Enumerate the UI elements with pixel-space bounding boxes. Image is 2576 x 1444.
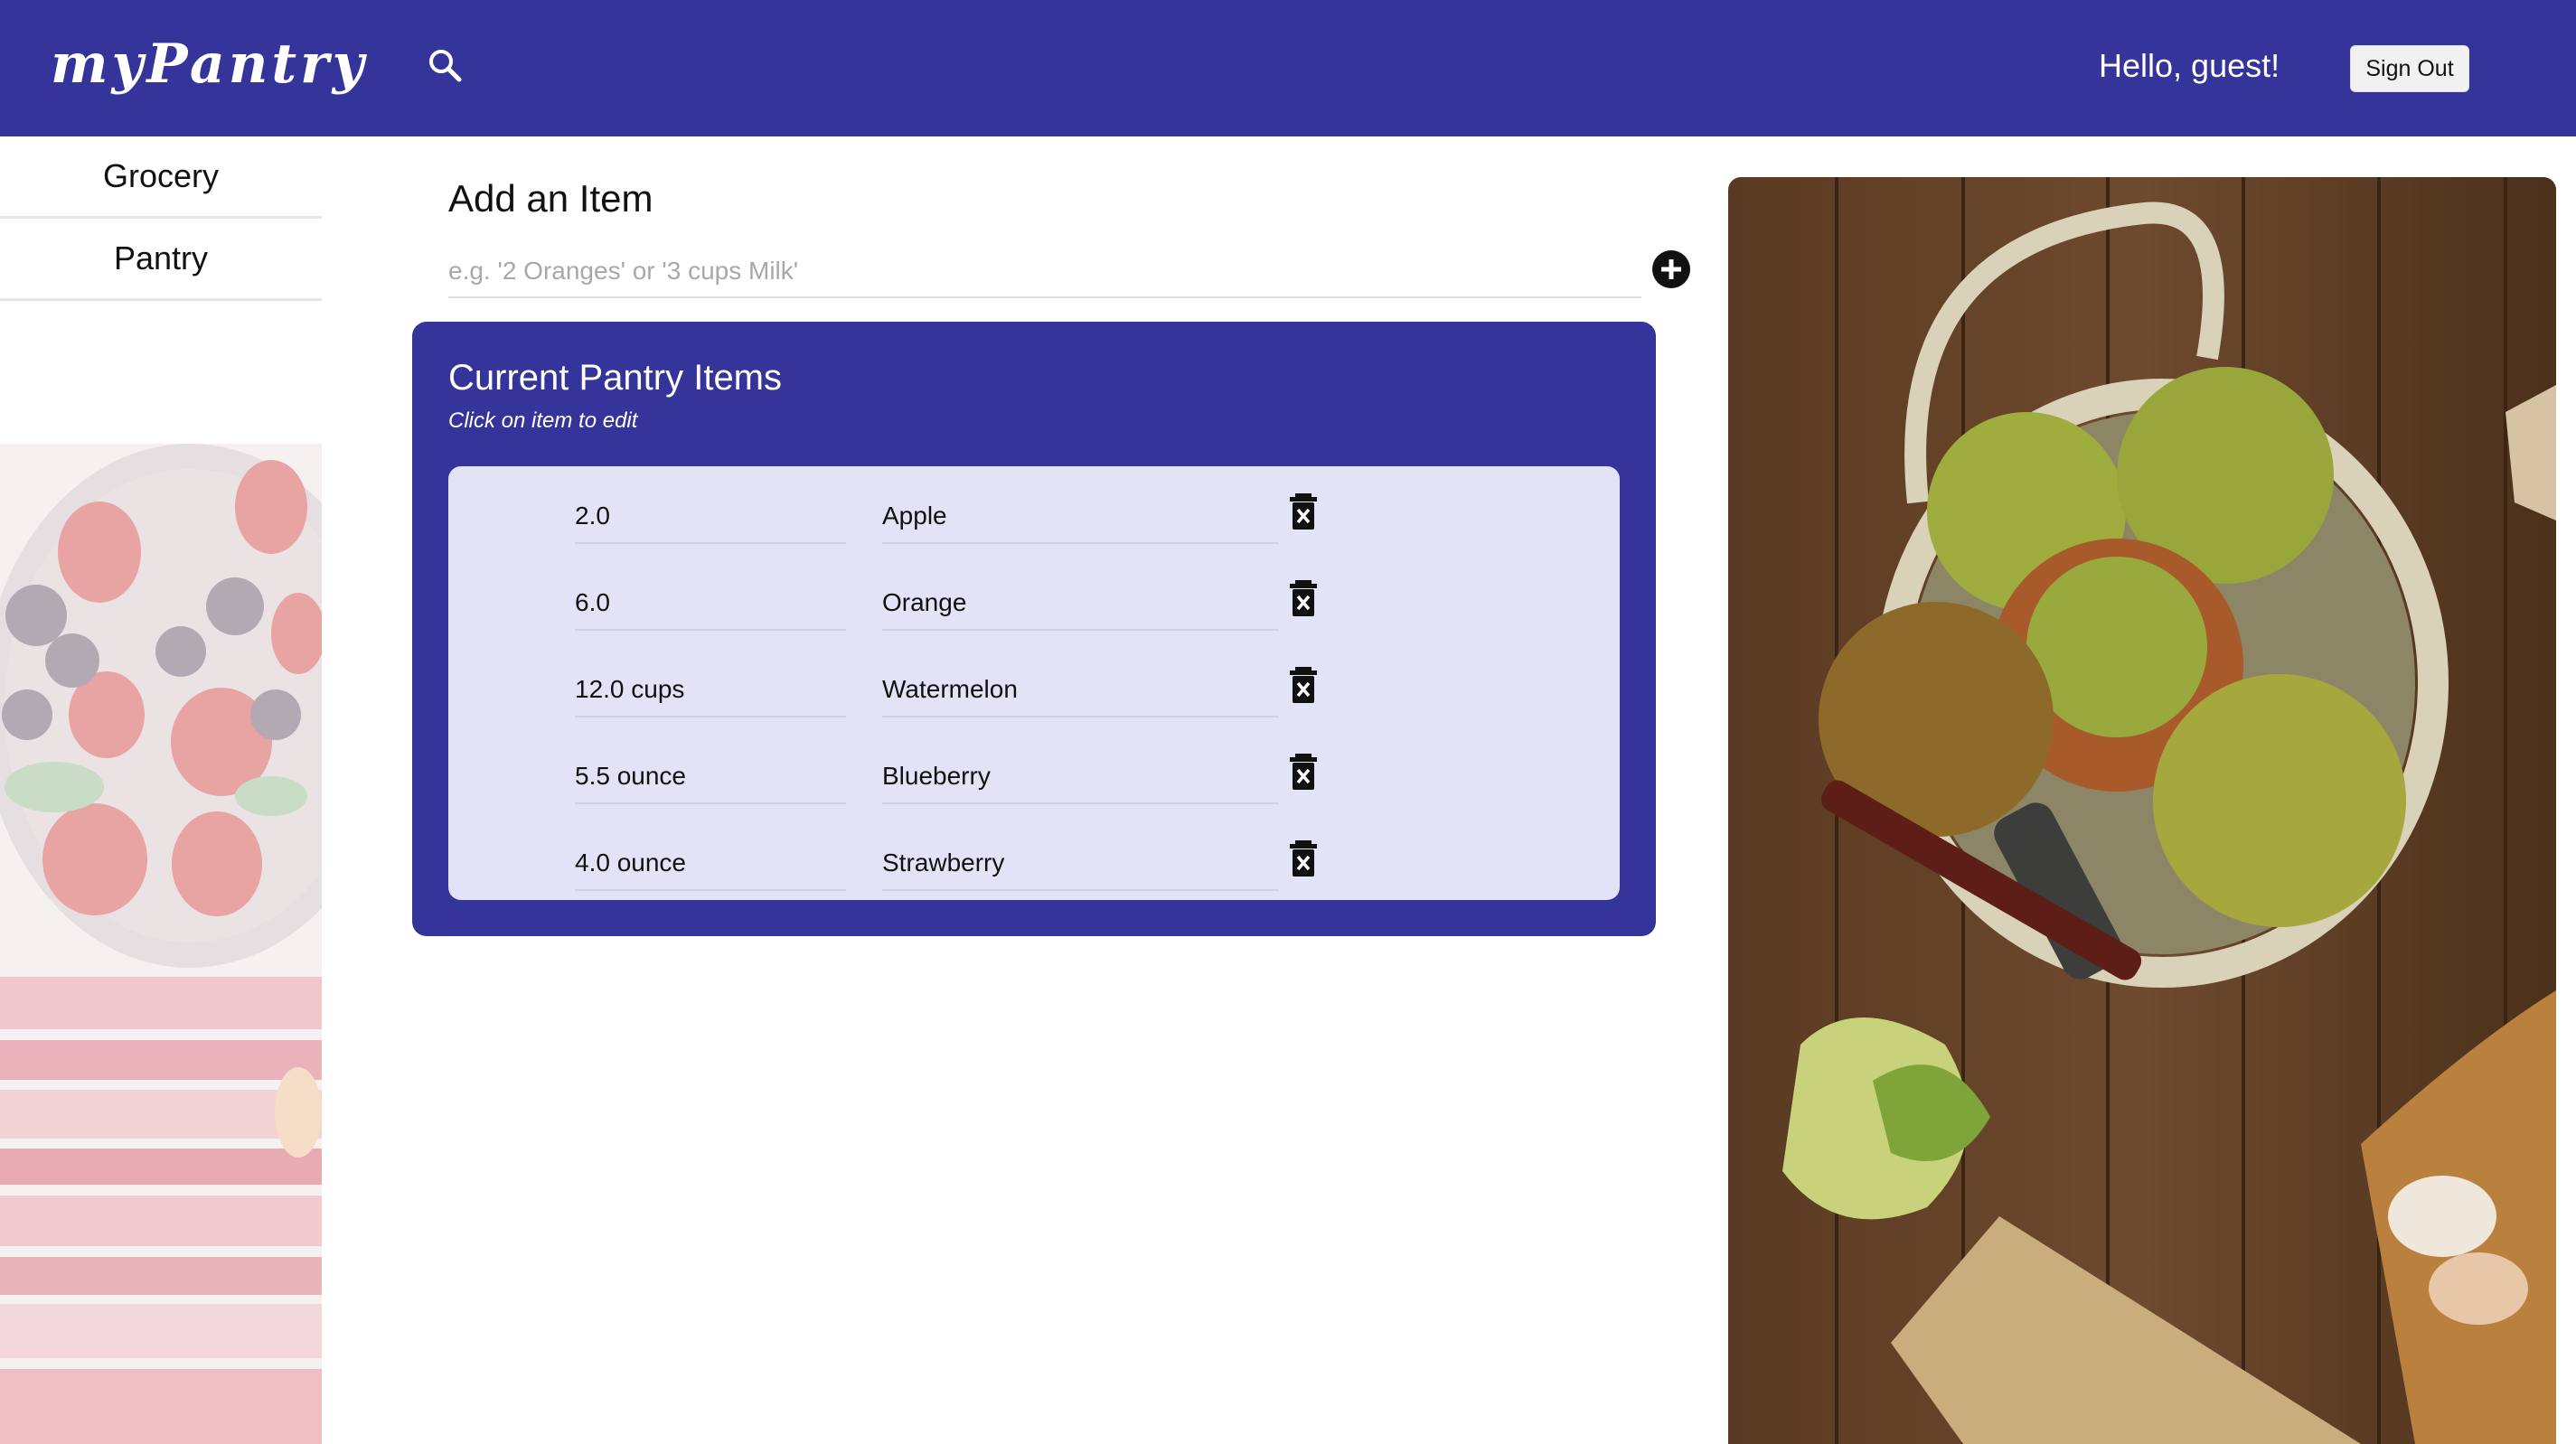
search-button[interactable] [425, 45, 466, 87]
pantry-row: 4.0 ounce Strawberry [448, 826, 1620, 913]
pantry-card-title: Current Pantry Items [448, 358, 783, 398]
delete-item-button[interactable] [1285, 492, 1321, 531]
delete-icon [1290, 754, 1317, 790]
delete-icon [1290, 840, 1317, 877]
item-name-field[interactable]: Blueberry [882, 750, 1278, 804]
add-item-input[interactable] [448, 246, 1641, 298]
delete-icon [1290, 667, 1317, 703]
item-name-field[interactable]: Watermelon [882, 663, 1278, 717]
quantity-field[interactable]: 12.0 cups [575, 663, 846, 717]
sidebar: Grocery Pantry [0, 136, 322, 1444]
kitchen-photo [1728, 177, 2556, 1444]
pantry-items-card: Current Pantry Items Click on item to ed… [412, 322, 1656, 936]
delete-item-button[interactable] [1285, 839, 1321, 878]
quantity-field[interactable]: 4.0 ounce [575, 837, 846, 891]
add-item-button[interactable] [1651, 249, 1691, 289]
delete-item-button[interactable] [1285, 665, 1321, 705]
greeting-text: Hello, guest! [2099, 47, 2280, 84]
item-name-field[interactable]: Orange [882, 577, 1278, 631]
top-nav-bar: myPantry Hello, guest! Sign Out [0, 0, 2576, 136]
pantry-row: 5.5 ounce Blueberry [448, 739, 1620, 826]
quantity-field[interactable]: 6.0 [575, 577, 846, 631]
sidebar-item-grocery[interactable]: Grocery [0, 136, 322, 219]
sidebar-background-image [0, 444, 322, 1444]
quantity-field[interactable]: 5.5 ounce [575, 750, 846, 804]
delete-icon [1290, 580, 1317, 616]
sign-out-button[interactable]: Sign Out [2350, 45, 2469, 92]
item-name-field[interactable]: Strawberry [882, 837, 1278, 891]
pantry-row: 6.0 Orange [448, 566, 1620, 652]
delete-icon [1290, 493, 1317, 530]
delete-item-button[interactable] [1285, 752, 1321, 792]
quantity-field[interactable]: 2.0 [575, 490, 846, 544]
search-icon [429, 50, 462, 82]
sidebar-item-label: Grocery [102, 157, 220, 194]
sidebar-item-label: Pantry [113, 239, 209, 277]
pantry-row: 12.0 cups Watermelon [448, 652, 1620, 739]
delete-item-button[interactable] [1285, 578, 1321, 618]
pantry-item-list: 2.0 Apple 6.0 Orange 12.0 cups Watermelo… [448, 466, 1620, 900]
sidebar-item-pantry[interactable]: Pantry [0, 219, 322, 301]
add-item-heading: Add an Item [448, 177, 653, 220]
app-logo[interactable]: myPantry [51, 33, 368, 96]
item-name-field[interactable]: Apple [882, 490, 1278, 544]
pantry-row: 2.0 Apple [448, 479, 1620, 566]
add-circle-icon [1652, 250, 1690, 288]
pantry-card-subtitle: Click on item to edit [448, 408, 638, 433]
